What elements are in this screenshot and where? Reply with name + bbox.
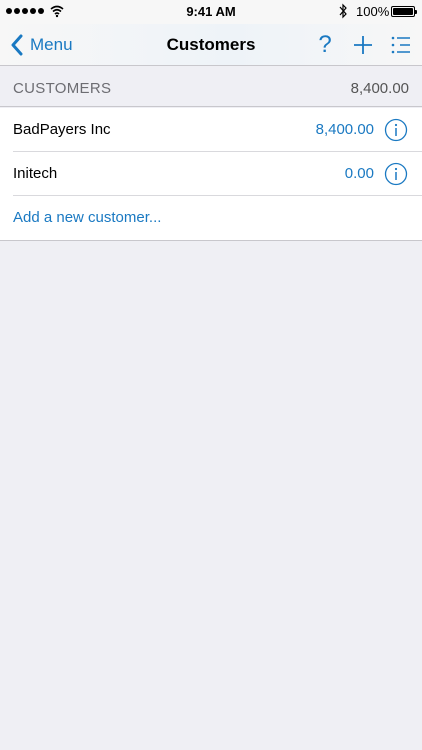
add-customer-row[interactable]: Add a new customer... — [0, 196, 422, 240]
info-icon[interactable] — [384, 162, 408, 186]
customer-list: BadPayers Inc 8,400.00 Initech 0.00 Add … — [0, 108, 422, 241]
bluetooth-icon — [339, 3, 347, 19]
customer-row[interactable]: BadPayers Inc 8,400.00 — [0, 108, 422, 152]
add-customer-button[interactable] — [352, 32, 374, 58]
section-total: 8,400.00 — [350, 80, 409, 97]
plus-icon — [354, 36, 372, 54]
customer-name: Initech — [13, 165, 58, 182]
nav-actions: ? — [314, 32, 412, 58]
status-bar: 9:41 AM 100% — [0, 0, 422, 24]
customer-row[interactable]: Initech 0.00 — [0, 152, 422, 196]
list-menu-button[interactable] — [390, 32, 412, 58]
battery-icon — [391, 6, 417, 17]
customer-balance: 8,400.00 — [315, 121, 374, 138]
section-header: CUSTOMERS 8,400.00 — [0, 67, 422, 107]
customer-balance: 0.00 — [344, 165, 374, 182]
list-icon — [391, 36, 410, 54]
help-button[interactable]: ? — [314, 32, 336, 58]
section-title: CUSTOMERS — [13, 80, 112, 97]
customer-name: BadPayers Inc — [13, 121, 111, 138]
info-icon[interactable] — [384, 118, 408, 142]
navigation-bar: Menu Customers ? — [0, 24, 422, 66]
add-customer-link: Add a new customer... — [13, 209, 162, 226]
battery-percentage: 100% — [356, 4, 390, 19]
help-icon: ? — [318, 31, 332, 58]
